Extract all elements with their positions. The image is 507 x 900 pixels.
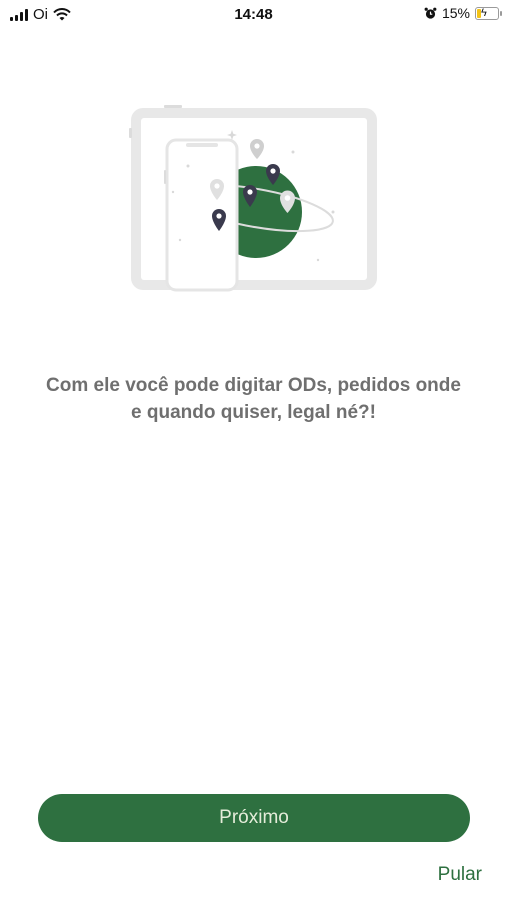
battery-charging-icon: ϟ [475, 6, 502, 20]
headline-line-2: e quando quiser, legal né?! [131, 402, 376, 423]
next-button[interactable]: Próximo [38, 794, 470, 842]
headline-line-1: Com ele você pode digitar ODs, pedidos o… [46, 375, 461, 396]
status-bar: Oi 14:48 15% ϟ [0, 0, 507, 30]
onboarding-illustration [129, 105, 377, 292]
onboarding-headline: Com ele você pode digitar ODs, pedidos o… [20, 372, 487, 426]
battery-percentage: 15% [441, 5, 470, 21]
skip-button[interactable]: Pular [438, 864, 482, 886]
alarm-icon [424, 7, 437, 19]
